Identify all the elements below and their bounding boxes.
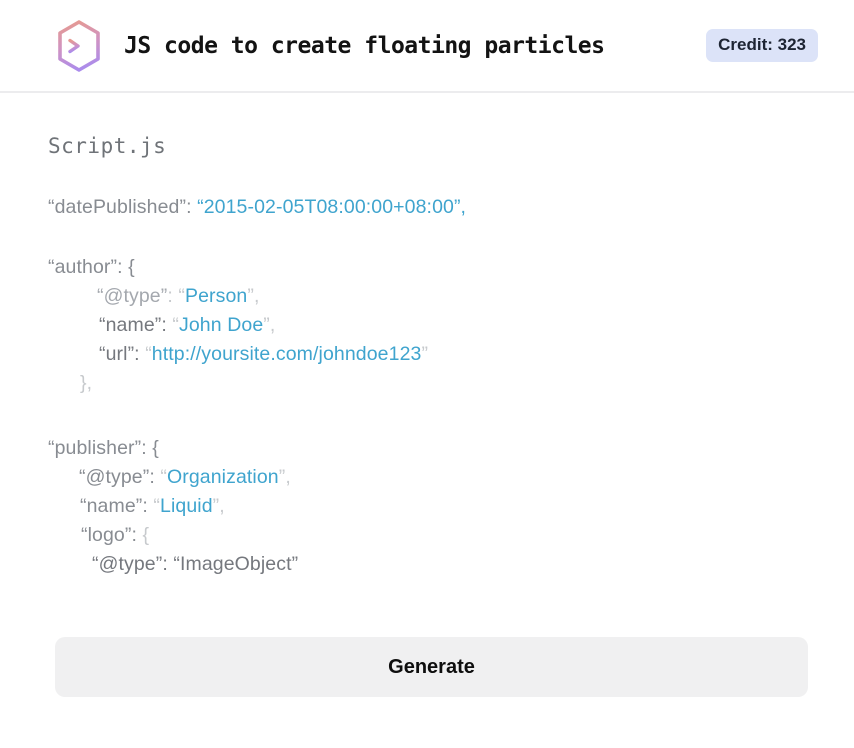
code-line: “@type”: “Person”, [48,282,808,311]
code-token: Person [184,285,248,307]
main-content: Script.js “datePublished”: “2015-02-05T0… [0,133,854,697]
code-line: “datePublished”: “2015-02-05T08:00:00+08… [48,193,808,222]
code-token: “ [178,285,185,307]
code-token: “name”: [99,314,173,336]
code-token: Liquid [160,495,213,517]
file-name-label: Script.js [48,134,167,158]
code-line: “publisher”: { [48,434,808,463]
code-token: “ [172,314,179,336]
code-token: “ [153,495,160,517]
code-line: “@type”: “ImageObject” [48,550,808,579]
code-token: “name”: [80,495,154,517]
credit-badge: Credit: 323 [706,29,818,62]
code-token: “datePublished”: [48,196,198,218]
code-line: “name”: “Liquid”, [48,492,808,521]
code-token: http://yoursite.com/johndoe123 [151,343,422,365]
code-block: “datePublished”: “2015-02-05T08:00:00+08… [48,193,808,579]
code-line: “name”: “John Doe”, [48,311,808,340]
code-line: “url”: “http://yoursite.com/johndoe123” [48,340,808,369]
code-line: “@type”: “Organization”, [48,463,808,492]
page-title: JS code to create floating particles [124,32,605,59]
code-line: “logo”: { [48,521,808,550]
code-token: “ [145,343,152,365]
generate-button[interactable]: Generate [55,637,808,697]
code-token: ”, [247,285,260,307]
code-token: “@type”: [79,466,161,488]
code-token: ”, [212,495,225,517]
code-token: “2015-02-05T08:00:00+08:00”, [197,196,467,218]
code-token: “@type”: “ImageObject” [92,553,299,575]
code-token: }, [80,372,93,394]
code-token: { [142,524,150,546]
code-token: “publisher”: { [48,437,159,459]
header: JS code to create floating particles Cre… [0,0,854,93]
code-token: ”, [263,314,276,336]
code-token: ”, [278,466,291,488]
code-line: “author”: { [48,253,808,282]
code-token: : [167,285,179,307]
code-token: “author”: { [48,256,135,278]
code-token: ” [421,343,429,365]
terminal-hexagon-icon [55,19,103,73]
code-token: “@type” [97,285,168,307]
code-token: “logo”: [81,524,143,546]
code-line: }, [48,369,808,398]
code-token: John Doe [179,314,264,336]
code-token: “url”: [99,343,146,365]
code-token: “ [160,466,167,488]
code-token: Organization [166,466,279,488]
